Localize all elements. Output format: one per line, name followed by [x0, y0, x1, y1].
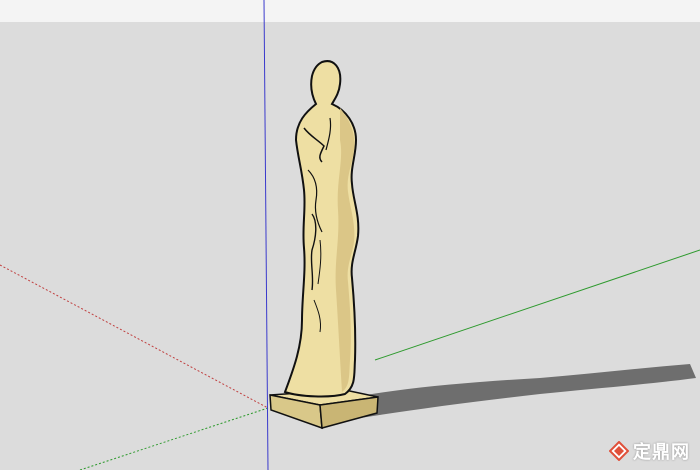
scene-canvas: [0, 0, 700, 470]
blue-axis: [263, 0, 269, 470]
green-axis-negative: [79, 407, 269, 470]
statue-shadow: [350, 364, 696, 418]
green-axis: [374, 249, 700, 361]
watermark-text: 定鼎网: [633, 442, 690, 463]
statue-figure[interactable]: [283, 60, 360, 398]
watermark: 定鼎网: [609, 438, 690, 464]
diamond-logo-icon: [609, 441, 629, 461]
red-axis: [0, 264, 269, 409]
modeling-viewport[interactable]: 定鼎网: [0, 0, 700, 470]
